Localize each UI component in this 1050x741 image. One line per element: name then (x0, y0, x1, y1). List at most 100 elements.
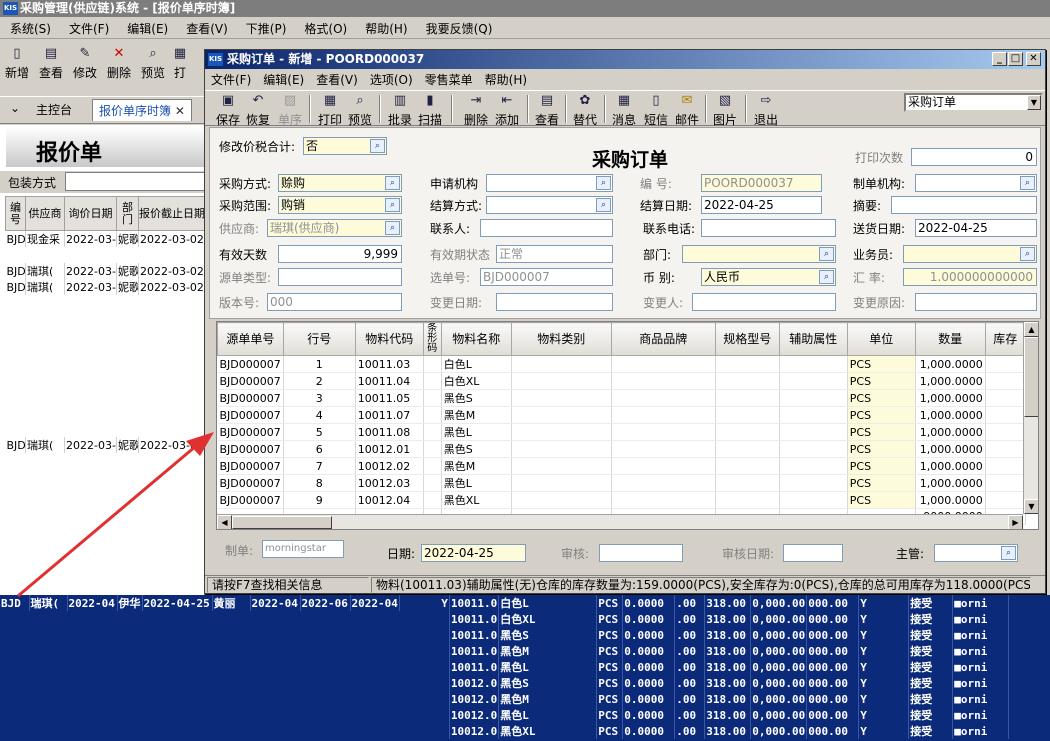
grid-cell[interactable]: 1,000.0000 (915, 474, 986, 492)
menu-file[interactable]: 文件(F) (59, 17, 117, 37)
table-row[interactable]: 10011.0 黑色S PCS 0.0000.00 318.00 0,000.00 000.… (0, 627, 1010, 643)
grid-cell[interactable]: 10011.08 (355, 423, 424, 441)
view-button[interactable]: ▤ 查看 (34, 40, 68, 81)
table-row[interactable]: BJD000007 7 10012.02 黑色M PCS 1,000.0000 (217, 457, 1026, 475)
grid-cell[interactable] (423, 355, 442, 373)
lookup-icon[interactable]: ⌕ (1001, 546, 1016, 560)
purchase-scope-field[interactable]: 购销 ⌕ (278, 196, 402, 214)
tab-dropdown-icon[interactable]: ⌄ (10, 101, 20, 115)
minimize-icon[interactable]: _ (992, 52, 1007, 66)
grid-cell[interactable] (985, 474, 1026, 492)
chevron-down-icon[interactable]: ▼ (1027, 95, 1041, 110)
sequence-button[interactable]: ▨ 单序 (275, 93, 305, 128)
print-button[interactable]: ▦ 打 (170, 40, 190, 81)
delete-row-button[interactable]: ⇥ 删除 (461, 93, 491, 128)
grid-cell[interactable] (423, 474, 442, 492)
grid-cell[interactable] (779, 372, 848, 390)
date-field[interactable]: 2022-04-25 (421, 544, 526, 562)
close-icon[interactable]: ✕ (1026, 52, 1041, 66)
grid-cell[interactable]: 4 (283, 406, 356, 424)
grid-cell[interactable] (715, 355, 780, 373)
tab-quote-list[interactable]: 报价单序时簿 ✕ (92, 99, 192, 121)
source-type-field[interactable] (278, 268, 402, 286)
menu-system[interactable]: 系统(S) (0, 17, 59, 37)
grid-cell[interactable] (511, 440, 612, 458)
table-row[interactable]: BJD 瑞琪(2022-03- 妮歌 2022-03-02 (5, 279, 204, 295)
save-button[interactable]: ▣ 保存 (213, 93, 243, 128)
col-brand[interactable]: 商品品牌 (610, 322, 716, 356)
menu-help[interactable]: 帮助(H) (355, 17, 415, 37)
grid-cell[interactable] (779, 474, 848, 492)
scroll-thumb[interactable] (232, 516, 332, 529)
apply-org-field[interactable]: ⌕ (486, 174, 613, 192)
menu-push[interactable]: 下推(P) (236, 17, 295, 37)
grid-cell[interactable]: PCS (847, 406, 916, 424)
close-tab-icon[interactable]: ✕ (175, 104, 185, 118)
currency-field[interactable]: 人民币 ⌕ (701, 268, 836, 286)
changer-field[interactable] (692, 293, 836, 311)
grid-cell[interactable] (611, 423, 716, 441)
grid-cell[interactable] (985, 406, 1026, 424)
grid-cell[interactable]: BJD000007 (217, 355, 284, 373)
grid-cell[interactable]: 5 (283, 423, 356, 441)
scroll-left-icon[interactable]: ◀ (217, 515, 232, 529)
table-row[interactable]: 10011.0 黑色L PCS 0.0000.00 318.00 0,000.00 000.… (0, 659, 1010, 675)
grid-cell[interactable] (611, 406, 716, 424)
grid-cell[interactable] (985, 457, 1026, 475)
phone-field[interactable] (701, 219, 836, 237)
valid-days-field[interactable]: 9,999 (278, 245, 402, 263)
grid-cell[interactable] (985, 491, 1026, 509)
order-menu-help[interactable]: 帮助(H) (479, 69, 533, 88)
grid-cell[interactable]: 6 (283, 440, 356, 458)
grid-cell[interactable]: BJD000007 (217, 389, 284, 407)
grid-cell[interactable]: 1,000.0000 (915, 440, 986, 458)
grid-cell[interactable]: 3 (283, 389, 356, 407)
grid-cell[interactable] (611, 491, 716, 509)
table-row[interactable]: BJD 现金采 2022-03- 妮歌 2022-03-02 (5, 230, 204, 247)
pack-input[interactable] (65, 172, 204, 191)
grid-cell[interactable]: 10011.05 (355, 389, 424, 407)
image-button[interactable]: ▧ 图片 (710, 93, 740, 128)
grid-cell[interactable]: 9 (283, 491, 356, 509)
grid-cell[interactable] (611, 355, 716, 373)
grid-cell[interactable]: 10011.03 (355, 355, 424, 373)
grid-cell[interactable]: 8 (283, 474, 356, 492)
grid-cell[interactable]: BJD000007 (217, 423, 284, 441)
contact-field[interactable] (480, 219, 613, 237)
grid-cell[interactable] (779, 440, 848, 458)
preview-button[interactable]: ⌕ 预览 (136, 40, 170, 81)
table-row[interactable]: BJD000007 4 10011.07 黑色M PCS 1,000.0000 (217, 406, 1026, 424)
grid-cell[interactable]: 黑色S (441, 389, 512, 407)
grid-cell[interactable]: 1,000.0000 (915, 372, 986, 390)
grid-cell[interactable]: 10011.04 (355, 372, 424, 390)
lookup-icon[interactable]: ⌕ (385, 198, 400, 212)
email-button[interactable]: ✉ 邮件 (672, 93, 702, 128)
grid-cell[interactable] (779, 491, 848, 509)
grid-cell[interactable] (715, 474, 780, 492)
grid-cell[interactable]: 2 (283, 372, 356, 390)
vertical-scrollbar[interactable]: ▲ ▼ (1023, 322, 1038, 514)
table-row[interactable]: BJD000007 3 10011.05 黑色S PCS 1,000.0000 (217, 389, 1026, 407)
table-row[interactable]: BJD 瑞琪(2022-03- 妮歌 2022-03-02 (5, 437, 204, 453)
grid-cell[interactable]: PCS (847, 372, 916, 390)
grid-cell[interactable]: PCS (847, 389, 916, 407)
order-menu-file[interactable]: 文件(F) (205, 69, 257, 88)
summary-field[interactable] (891, 196, 1037, 214)
grid-cell[interactable] (611, 474, 716, 492)
grid-cell[interactable] (715, 372, 780, 390)
table-row[interactable]: BJD000007 1 10011.03 白色L PCS 1,000.0000 (217, 355, 1026, 373)
delete-button[interactable]: ✕ 删除 (102, 40, 136, 81)
menu-edit[interactable]: 编辑(E) (117, 17, 176, 37)
grid-cell[interactable]: 10012.03 (355, 474, 424, 492)
grid-cell[interactable]: 黑色M (441, 406, 512, 424)
table-row[interactable]: BJD000007 9 10012.04 黑色XL PCS 1,000.0000 (217, 491, 1026, 509)
grid-cell[interactable]: PCS (847, 474, 916, 492)
order-menu-retail[interactable]: 零售菜单 (419, 69, 479, 88)
col-inquiry-date[interactable]: 询价日期 (64, 196, 117, 231)
scan-button[interactable]: ▮ 扫描 (415, 93, 445, 128)
lookup-icon[interactable]: ⌕ (596, 198, 611, 212)
order-menu-view[interactable]: 查看(V) (310, 69, 364, 88)
number-field[interactable]: POORD000037 (701, 174, 822, 192)
table-row[interactable]: BJD 瑞琪(2022-04 伊华 2022-04-25 黄丽 2022-04 2022-0… (0, 595, 1010, 611)
scroll-down-icon[interactable]: ▼ (1024, 499, 1038, 514)
